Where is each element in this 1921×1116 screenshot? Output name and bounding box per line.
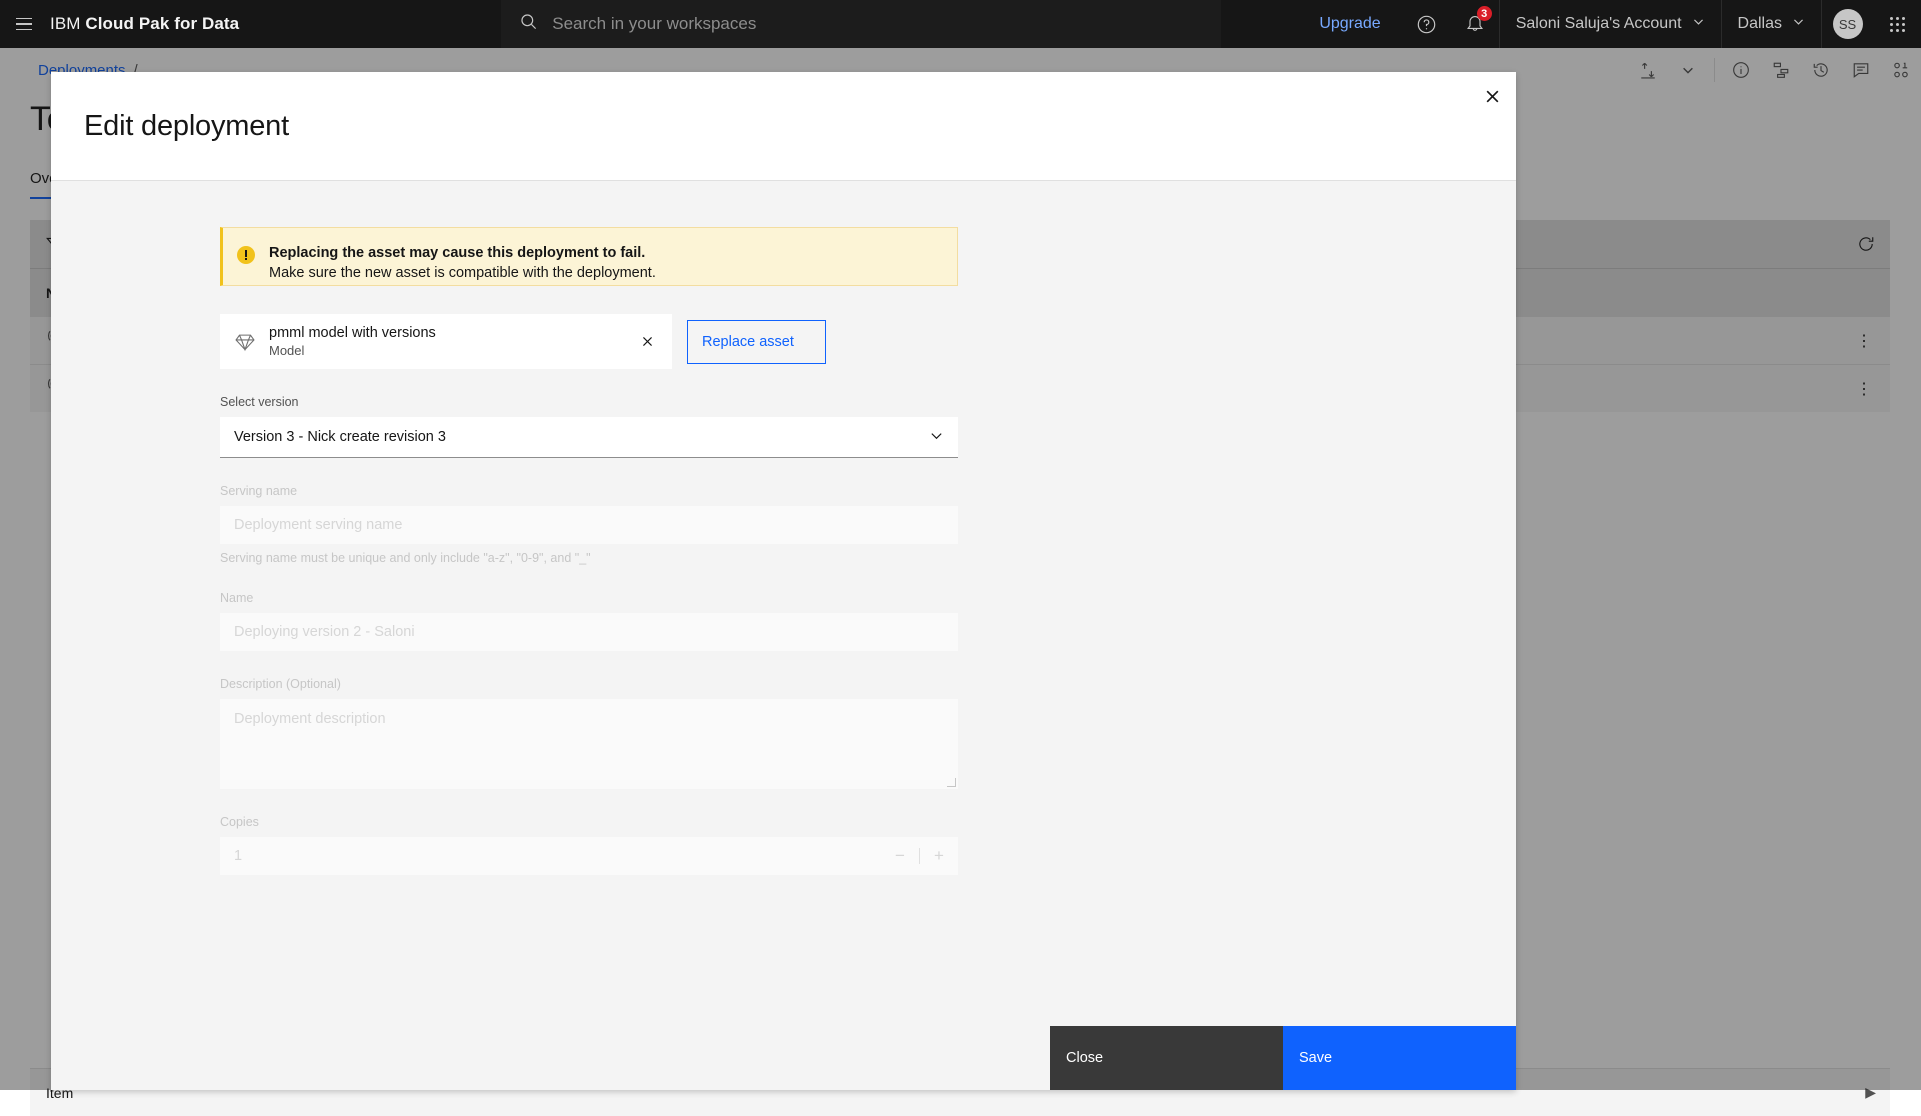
name-field: Name Deploying version 2 - Saloni [220,591,958,651]
account-selector[interactable]: Saloni Saluja's Account [1499,0,1721,48]
notification-subtitle: Make sure the new asset is compatible wi… [269,263,656,283]
description-textarea[interactable]: Deployment description [220,699,958,789]
avatar: SS [1833,9,1863,39]
help-circle-icon[interactable] [1403,0,1451,48]
description-label: Description (Optional) [220,677,958,691]
app-grid-icon[interactable] [1873,0,1921,48]
notification-text: Replacing the asset may cause this deplo… [269,244,656,283]
version-dropdown-value: Version 3 - Nick create revision 3 [234,429,446,445]
select-version-label: Select version [220,395,958,409]
asset-texts: pmml model with versions Model [269,325,436,359]
asset-name: pmml model with versions [269,325,436,342]
region-selector[interactable]: Dallas [1721,0,1821,48]
asset-section: pmml model with versions Model Replace a… [220,314,958,369]
notification-badge: 3 [1477,6,1492,21]
gem-model-icon [234,331,256,353]
close-icon[interactable] [1468,72,1516,120]
edit-deployment-modal: Edit deployment Replacing the asset may … [51,72,1516,1090]
serving-name-input[interactable]: Deployment serving name [220,506,958,544]
copies-value[interactable]: 1 [234,848,242,864]
footer-spacer [51,1026,1050,1090]
serving-name-label: Serving name [220,484,958,498]
search-icon [519,12,538,36]
name-input[interactable]: Deploying version 2 - Saloni [220,613,958,651]
global-header: IBM Cloud Pak for Data Search in your wo… [0,0,1921,48]
page-root: Deployments / [0,0,1921,1090]
chevron-down-icon [1792,15,1805,33]
modal-body: Replacing the asset may cause this deplo… [51,180,1516,1026]
brand-prefix: IBM [50,14,81,33]
search-input[interactable]: Search in your workspaces [552,14,756,34]
stepper-buttons: − + [881,837,958,875]
warning-filled-icon [237,246,255,264]
close-button[interactable]: Close [1050,1026,1283,1090]
notification-title: Replacing the asset may cause this deplo… [269,244,656,262]
save-button[interactable]: Save [1283,1026,1516,1090]
chevron-down-icon [1692,15,1705,33]
region-label: Dallas [1738,15,1782,33]
user-avatar-button[interactable]: SS [1821,0,1873,48]
serving-name-field: Serving name Deployment serving name Ser… [220,484,958,565]
brand-name: Cloud Pak for Data [85,14,239,33]
asset-type: Model [269,343,436,359]
account-label: Saloni Saluja's Account [1516,15,1682,33]
copies-stepper[interactable]: 1 − + [220,837,958,875]
bell-icon[interactable]: 3 [1451,0,1499,48]
serving-name-helper-text: Serving name must be unique and only inc… [220,551,958,565]
warning-notification: Replacing the asset may cause this deplo… [220,227,958,286]
replace-asset-button[interactable]: Replace asset [687,320,826,364]
name-label: Name [220,591,958,605]
copies-increment-button[interactable]: + [920,837,958,875]
copies-field: Copies 1 − + [220,815,958,875]
modal-footer: Close Save [51,1026,1516,1090]
select-version-field: Select version Version 3 - Nick create r… [220,395,958,458]
hamburger-menu-icon[interactable] [0,0,48,48]
description-field: Description (Optional) Deployment descri… [220,677,958,789]
global-search[interactable]: Search in your workspaces [501,0,1221,48]
copies-label: Copies [220,815,958,829]
upgrade-button[interactable]: Upgrade [1297,15,1402,33]
modal-header: Edit deployment [51,72,1516,180]
copies-decrement-button[interactable]: − [881,837,919,875]
modal-title: Edit deployment [84,110,289,143]
remove-asset-button[interactable] [634,329,660,355]
version-dropdown[interactable]: Version 3 - Nick create revision 3 [220,417,958,458]
edit-deployment-form: Replacing the asset may cause this deplo… [220,227,958,875]
brand-logo[interactable]: IBM Cloud Pak for Data [48,14,239,34]
chevron-down-icon [929,428,944,447]
selected-asset-card: pmml model with versions Model [220,314,672,369]
